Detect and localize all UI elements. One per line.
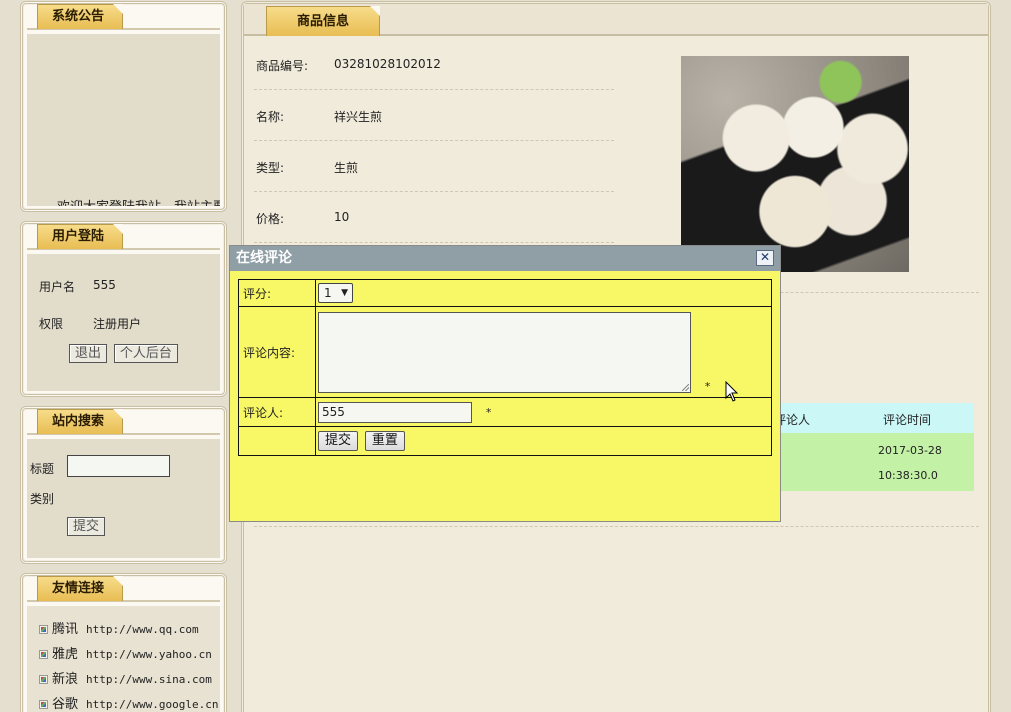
comment-date-cell: 2017-03-28 [878, 444, 942, 457]
comment-content-textarea[interactable] [318, 311, 691, 393]
dialog-title: 在线评论 [236, 250, 292, 266]
close-icon[interactable]: ✕ [756, 250, 774, 266]
role-row: 权限 注册用户 [39, 315, 141, 332]
divider [254, 526, 979, 527]
username-label: 用户名 [39, 280, 76, 294]
notice-marquee: 欢迎大家登陆我站，我站主要 [57, 196, 220, 206]
comment-table-row: 5 2017-03-28 10:38:30.0 [774, 433, 974, 491]
search-body: 标题 类别 提交 [27, 439, 220, 558]
notice-header: 系统公告 [27, 4, 220, 30]
product-name-row: 名称: 祥兴生煎 [254, 90, 614, 141]
links-panel: 友情连接 腾讯 http://www.qq.com 雅虎 http://www.ya… [20, 573, 227, 712]
search-header: 站内搜索 [27, 409, 220, 435]
content-label: 评论内容: [238, 306, 316, 398]
login-title: 用户登陆 [37, 224, 124, 249]
link-item[interactable]: 雅虎 http://www.yahoo.cn [39, 643, 212, 662]
links-body: 腾讯 http://www.qq.com 雅虎 http://www.yahoo.c… [27, 606, 220, 712]
broken-image-icon [39, 700, 48, 709]
author-input[interactable]: 555 [318, 401, 472, 423]
links-title: 友情连接 [37, 576, 124, 601]
comment-dialog: 在线评论 ✕ 评分: 1 ▼ 评论内容: * 评论人: 555 * 提交 重置 [229, 245, 781, 522]
comment-table-header: 评论人 评论时间 [774, 403, 974, 433]
search-title-label: 标题 [30, 462, 55, 476]
required-mark: * [704, 379, 711, 393]
chevron-down-icon: ▼ [341, 288, 348, 298]
product-header: 商品信息 [244, 4, 988, 36]
product-id-value: 03281028102012 [334, 57, 441, 71]
author-label: 评论人: [238, 397, 316, 427]
link-item[interactable]: 腾讯 http://www.qq.com [39, 618, 199, 637]
product-price-row: 价格: 10 [254, 192, 614, 243]
product-id-label: 商品编号: [256, 59, 309, 73]
comment-time-header: 评论时间 [883, 413, 932, 427]
comment-form: 评分: 1 ▼ 评论内容: * 评论人: 555 * 提交 重置 [238, 279, 772, 456]
search-title-input[interactable] [67, 455, 170, 477]
score-select[interactable]: 1 ▼ [318, 283, 353, 303]
login-panel: 用户登陆 用户名 555 权限 注册用户 退出 个人后台 [20, 221, 227, 397]
mouse-cursor-icon [725, 381, 739, 402]
broken-image-icon [39, 675, 48, 684]
link-item[interactable]: 谷歌 http://www.google.cn [39, 693, 218, 712]
product-price-label: 价格: [256, 212, 285, 226]
search-panel: 站内搜索 标题 类别 提交 [20, 406, 227, 564]
required-mark: * [485, 405, 492, 419]
link-item[interactable]: 新浪 http://www.sina.com [39, 668, 212, 687]
product-title: 商品信息 [266, 6, 381, 36]
search-title: 站内搜索 [37, 409, 124, 434]
empty-cell [238, 426, 316, 456]
broken-image-icon [39, 625, 48, 634]
broken-image-icon [39, 650, 48, 659]
score-label: 评分: [238, 279, 316, 307]
notice-title: 系统公告 [37, 4, 124, 29]
reset-button[interactable]: 重置 [364, 431, 405, 451]
submit-button[interactable]: 提交 [318, 431, 359, 451]
search-submit-button[interactable]: 提交 [67, 517, 106, 536]
notice-panel: 系统公告 欢迎大家登陆我站，我站主要 [20, 1, 227, 212]
username-row: 用户名 555 [39, 278, 116, 295]
username-value: 555 [93, 278, 116, 292]
score-value: 1 [324, 286, 332, 300]
login-actions: 退出 个人后台 [69, 344, 178, 363]
login-body: 用户名 555 权限 注册用户 退出 个人后台 [27, 254, 220, 391]
links-header: 友情连接 [27, 576, 220, 602]
comment-time-cell: 10:38:30.0 [878, 469, 938, 482]
product-id-row: 商品编号: 03281028102012 [254, 39, 614, 90]
product-photo [681, 56, 909, 272]
dialog-titlebar: 在线评论 ✕ [230, 246, 780, 271]
role-label: 权限 [39, 317, 64, 331]
search-category-label: 类别 [30, 492, 55, 506]
product-type-label: 类型: [256, 161, 285, 175]
personal-backend-button[interactable]: 个人后台 [113, 344, 178, 363]
login-header: 用户登陆 [27, 224, 220, 250]
product-name-value: 祥兴生煎 [334, 110, 383, 124]
product-type-value: 生煎 [334, 161, 359, 175]
product-name-label: 名称: [256, 110, 285, 124]
product-price-value: 10 [334, 210, 350, 224]
role-value: 注册用户 [93, 317, 142, 331]
logout-button[interactable]: 退出 [69, 344, 108, 363]
notice-body: 欢迎大家登陆我站，我站主要 [27, 34, 220, 206]
product-type-row: 类型: 生煎 [254, 141, 614, 192]
